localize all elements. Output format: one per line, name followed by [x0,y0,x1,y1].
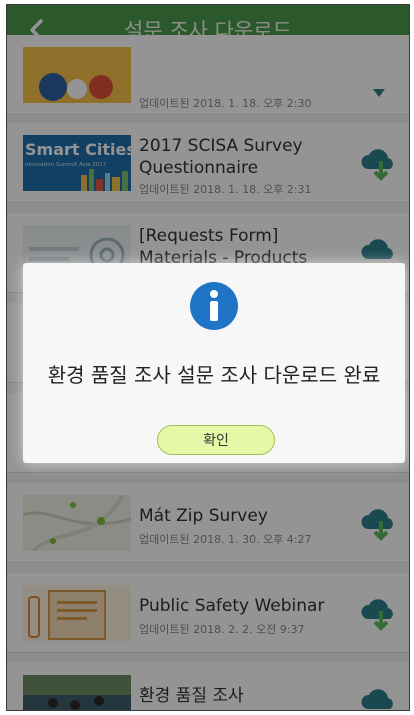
download-complete-dialog: 환경 품질 조사 설문 조사 다운로드 완료 확인 [23,263,405,463]
app-frame: 설문 조사 다운로드 A Z 검색 [6,4,410,711]
info-icon [190,282,238,330]
confirm-button[interactable]: 확인 [157,425,275,455]
dialog-message: 환경 품질 조사 설문 조사 다운로드 완료 [47,363,381,387]
